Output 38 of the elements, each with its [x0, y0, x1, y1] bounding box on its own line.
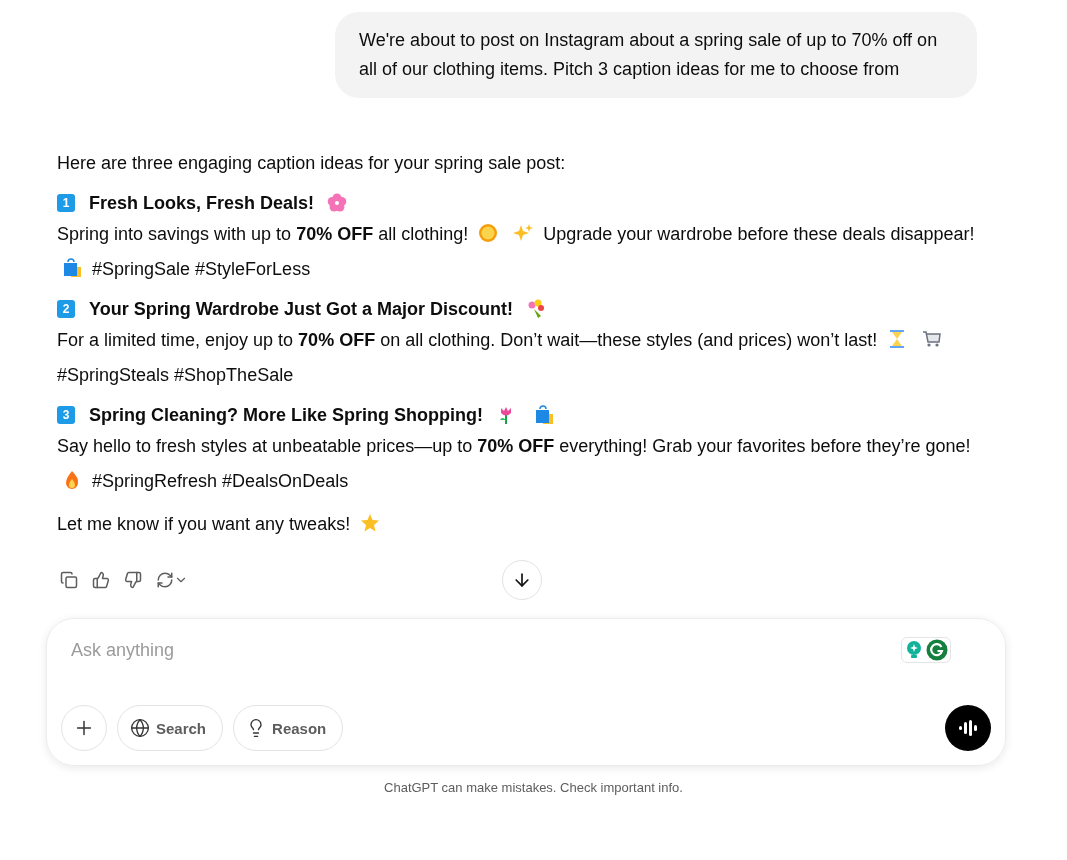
waveform-icon — [957, 719, 979, 737]
caption-title: Spring Cleaning? More Like Spring Shopping! — [89, 404, 483, 427]
shopping-bag-icon — [534, 405, 554, 425]
number-badge: 2 — [57, 300, 75, 318]
blossom-icon — [327, 193, 348, 213]
caption-text: #SpringSteals #ShopTheSale — [57, 365, 294, 385]
globe-icon — [130, 718, 150, 738]
thumbs-down-icon[interactable] — [124, 571, 142, 589]
sparkles-icon — [513, 223, 534, 243]
disclaimer-text: ChatGPT can make mistakes. Check important info. — [383, 780, 684, 795]
shopping-bag-icon — [62, 258, 82, 278]
number-badge: 1 — [57, 194, 75, 212]
user-message: We're about to post on Instagram about a spring sale of up to 70% off on all of our clothing items. Pitch 3 caption ideas for me to choose from — [335, 12, 977, 98]
caption-text: they’re gone! — [866, 436, 971, 456]
extension-icons[interactable] — [901, 637, 951, 663]
search-button[interactable]: Search — [117, 705, 224, 751]
caption-text: #SpringRefresh #DealsOnDeals — [92, 471, 349, 491]
cart-icon — [922, 329, 943, 349]
thumbs-up-icon[interactable] — [92, 571, 110, 589]
caption-text: Say hello to fresh styles at unbeatable prices—up to 70% OFF everything! Grab your favorites before — [57, 436, 862, 456]
caption-text: For a limited time, enjoy up to 70% OFF on all clothing. Don’t wait—these styles (and prices) won’t last! — [57, 330, 878, 350]
bouquet-icon — [526, 299, 547, 319]
caption-title: Your Spring Wardrobe Just Got a Major Discount! — [89, 298, 514, 321]
number-badge: 3 — [57, 406, 75, 424]
regenerate-icon[interactable] — [156, 571, 188, 589]
reply-text: Here are three engaging caption ideas for your spring sale post: — [57, 152, 567, 175]
caption-text: #SpringSale #StyleForLess — [92, 259, 311, 279]
reason-button[interactable]: Reason — [233, 705, 344, 751]
caption-title: Fresh Looks, Fresh Deals! — [89, 192, 315, 215]
caption-text: disappear! — [890, 224, 975, 244]
caption-text: Spring into savings with up to 70% OFF all clothing! — [57, 224, 469, 244]
star-icon — [360, 513, 381, 533]
reply-text: Let me know if you want any tweaks! — [57, 514, 351, 534]
voice-button[interactable] — [945, 705, 991, 751]
copy-icon[interactable] — [60, 571, 78, 589]
add-button[interactable] — [61, 705, 107, 751]
sun-icon — [478, 223, 499, 243]
caption-text: Upgrade your wardrobe before these deals — [543, 224, 886, 244]
